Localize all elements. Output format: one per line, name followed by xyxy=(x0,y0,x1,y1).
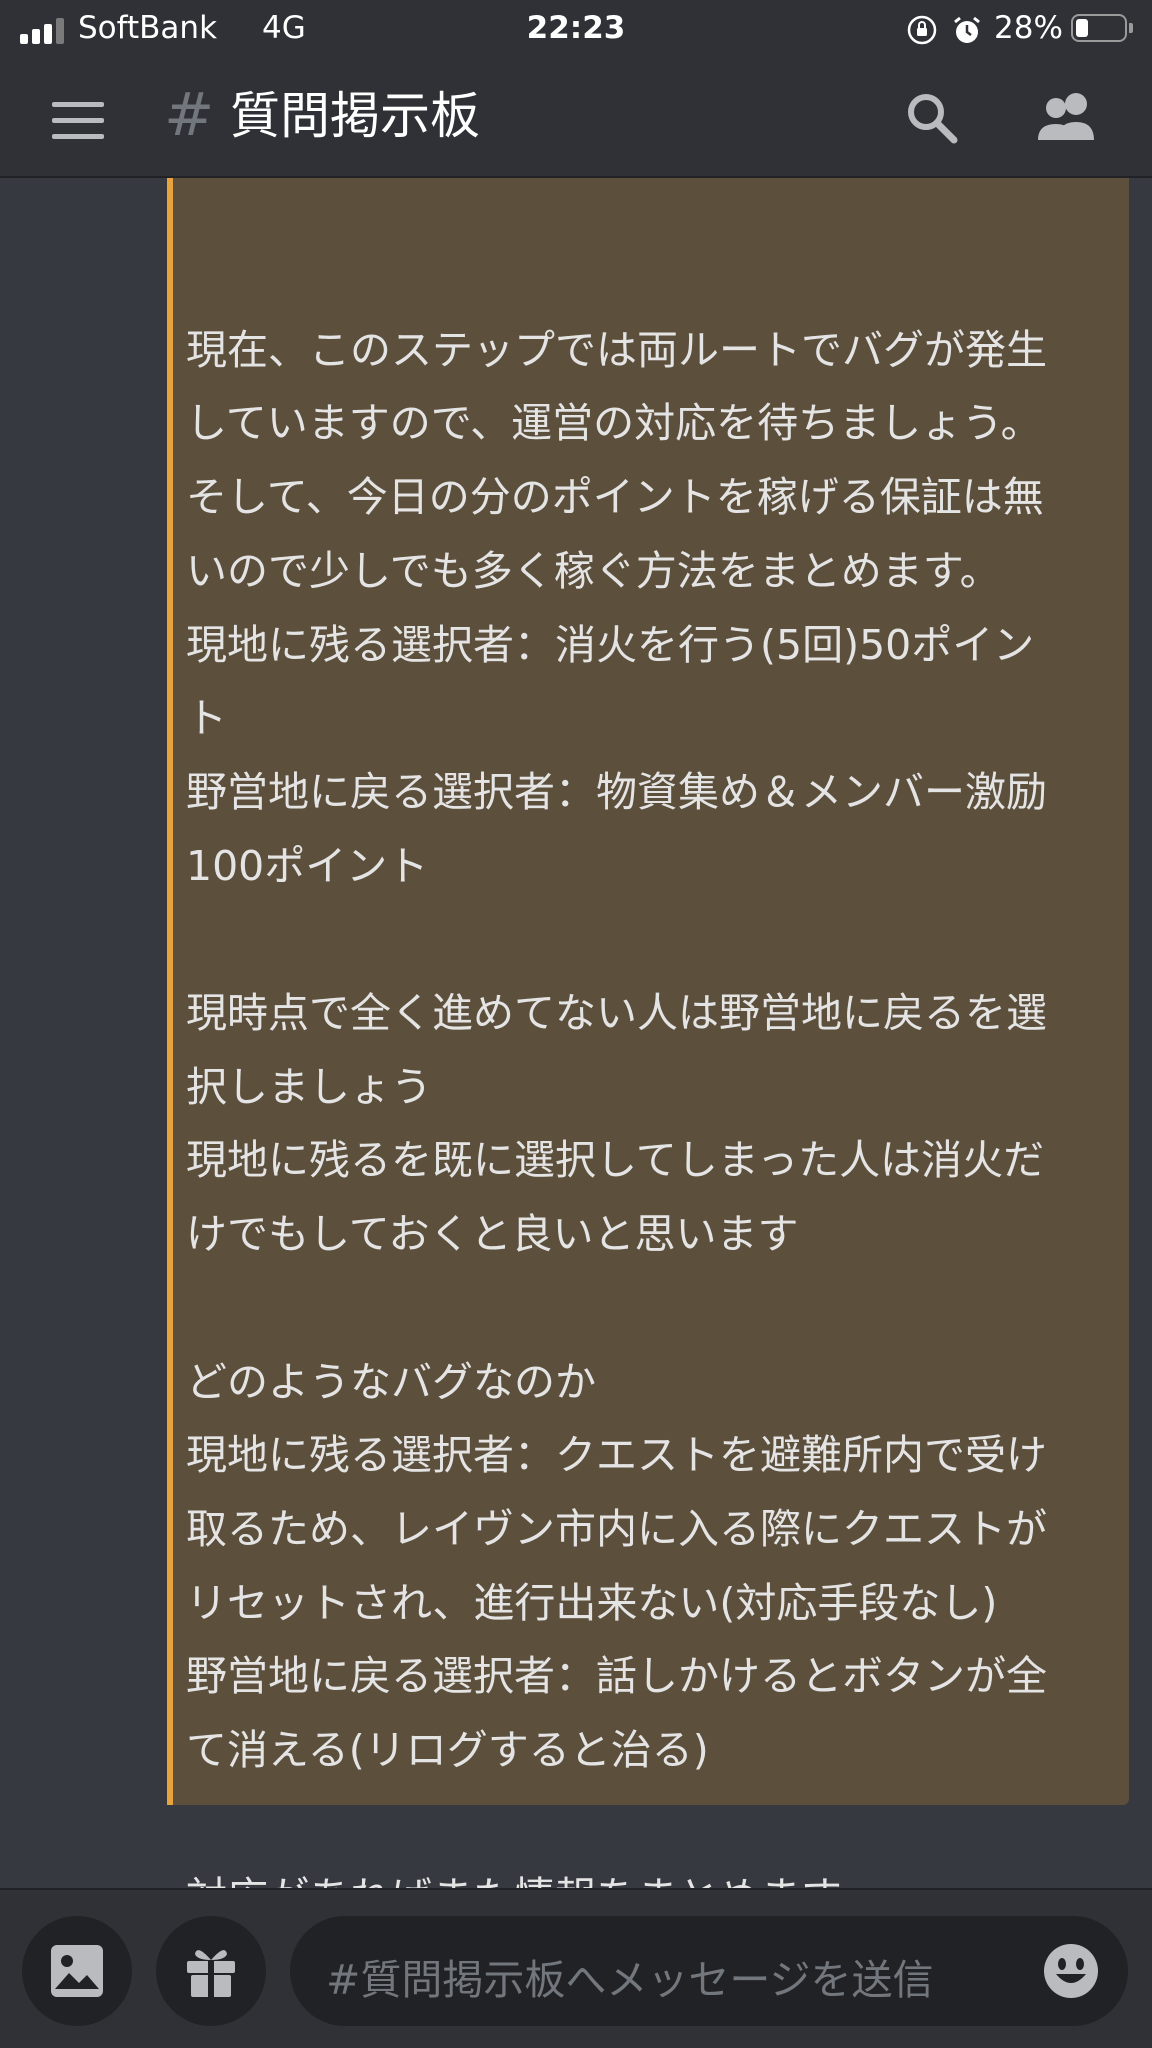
message-line: リセットされ、進行出来ない(対応手段なし) xyxy=(186,1578,998,1627)
message-line: 現地に残るを既に選択してしまった人は消火だ xyxy=(186,1136,1045,1185)
message-line: していますので、運営の対応を待ちましょう。 xyxy=(186,399,1042,448)
message-line: 100ポイント xyxy=(186,841,429,890)
rotation-lock-icon xyxy=(907,15,937,45)
message-line: どのようなバグなのか xyxy=(186,1357,596,1406)
gift-icon xyxy=(187,1950,235,1997)
channel-hash-icon: # xyxy=(164,80,215,150)
battery-percentage: 28% xyxy=(994,10,1063,46)
channel-title[interactable]: 質問掲示板 xyxy=(230,76,480,148)
message-line: 現地に残る選択者：クエストを避難所内で受け xyxy=(186,1431,1047,1480)
channel-header: # 質問掲示板 xyxy=(0,60,1152,178)
message-line: 取るため、レイヴン市内に入る際にクエストが xyxy=(186,1504,1047,1553)
attach-image-button[interactable] xyxy=(22,1916,132,2026)
message-line: 択しましょう xyxy=(186,1062,432,1111)
message-line: 対応があればまた情報をまとめます xyxy=(186,1861,1126,1888)
message-line: 野営地に戻る選択者：話しかけるとボタンが全 xyxy=(186,1652,1047,1701)
search-icon[interactable] xyxy=(902,88,962,148)
battery-icon xyxy=(1071,14,1127,42)
message-line: 現時点で全く進めてない人は野営地に戻るを選 xyxy=(186,989,1047,1037)
battery-tip xyxy=(1129,23,1133,33)
hamburger-menu-icon[interactable] xyxy=(48,98,108,144)
message-content: 現在、このステップでは両ルートでバグが発生 していますので、運営の対応を待ちましょ… xyxy=(186,240,1126,1888)
emoji-icon[interactable] xyxy=(1042,1942,1100,2000)
alarm-icon xyxy=(954,16,980,43)
message-input-placeholder: #質問掲示板へメッセージを送信 xyxy=(326,1956,934,2004)
members-icon[interactable] xyxy=(1032,88,1102,148)
message-block: 現在、このステップでは両ルートでバグが発生 していますので、運営の対応を待ちましょ… xyxy=(167,178,1129,1888)
message-list[interactable]: 現在、このステップでは両ルートでバグが発生 していますので、運営の対応を待ちましょ… xyxy=(0,178,1152,1888)
message-input[interactable]: #質問掲示板へメッセージを送信 xyxy=(290,1916,1128,2026)
message-line: て消える(リログすると治る) xyxy=(186,1726,709,1775)
message-line: 現地に残る選択者：消火を行う(5回)50ポイン xyxy=(186,620,1035,669)
message-line: ト xyxy=(186,694,227,743)
message-composer: #質問掲示板へメッセージを送信 xyxy=(0,1888,1152,2048)
message-line: けでもしておくと良いと思います xyxy=(186,1210,799,1259)
image-icon xyxy=(51,1945,103,1997)
message-line: そして、今日の分のポイントを稼げる保証は無 xyxy=(186,473,1044,522)
gift-button[interactable] xyxy=(156,1916,266,2026)
message-line: いので少しでも多く稼ぐ方法をまとめます。 xyxy=(186,546,1001,595)
status-bar: SoftBank 4G 22:23 28% xyxy=(0,0,1152,60)
message-line: 野営地に戻る選択者：物資集め＆メンバー激励 xyxy=(186,767,1047,816)
message-line: 現在、このステップでは両ルートでバグが発生 xyxy=(186,325,1047,374)
